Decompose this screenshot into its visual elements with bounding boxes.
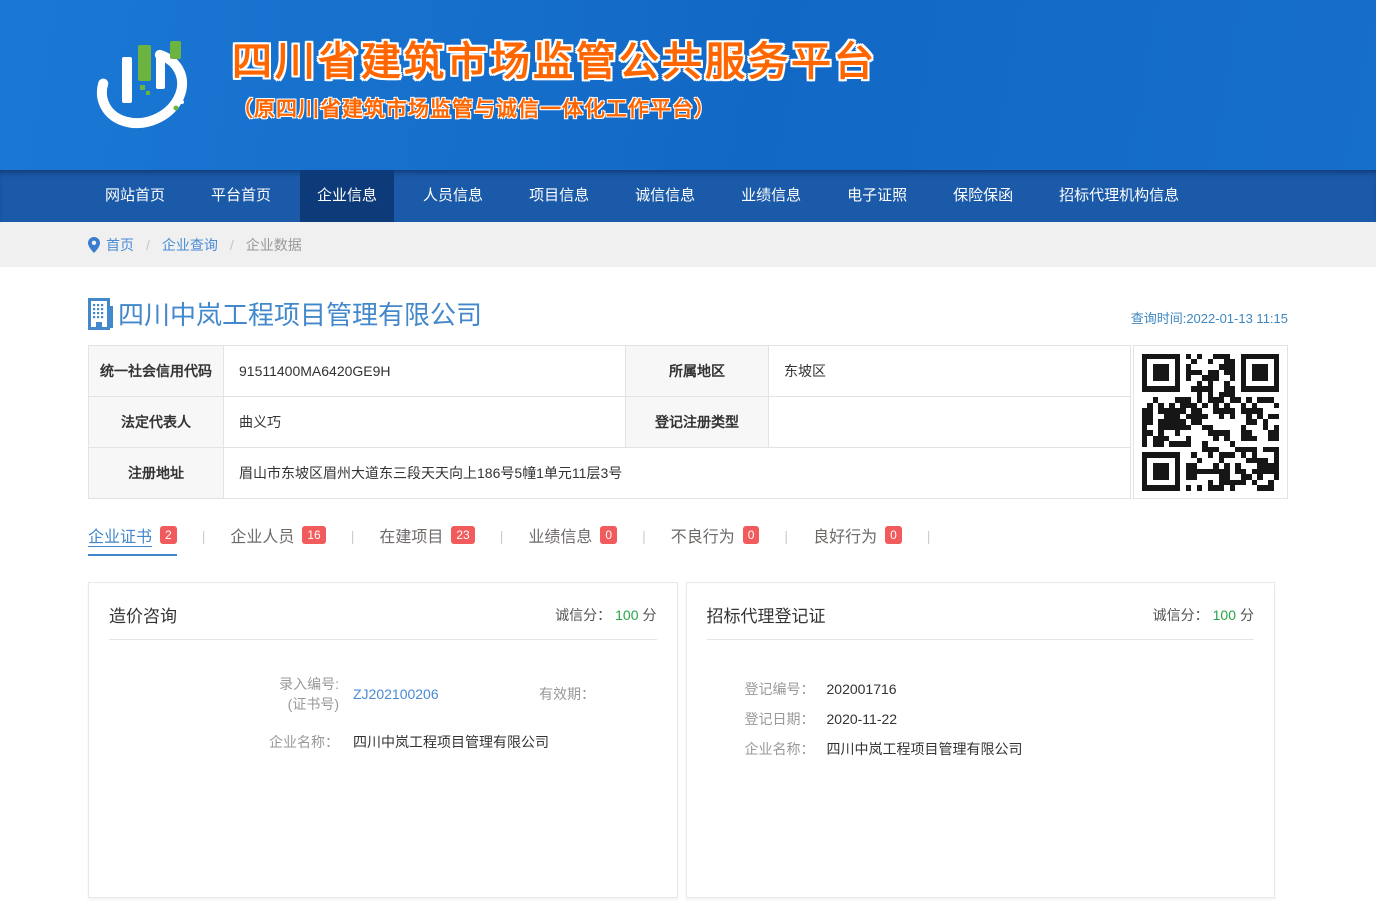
platform-logo[interactable] [88,33,200,137]
credit-score: 诚信分：100分 [1153,605,1254,625]
nav-item-insurance-guarantee[interactable]: 保险保函 [936,170,1030,222]
breadcrumb-enterprise-search-link[interactable]: 企业查询 [162,235,218,255]
company-name-heading: 四川中岚工程项目管理有限公司 [88,295,482,332]
table-label-cell: 登记注册类型 [626,397,769,448]
nav-item-personnel-info[interactable]: 人员信息 [406,170,500,222]
validity-field: 有效期： [539,684,601,704]
tab-separator: | [351,528,355,551]
tab-count-badge: 23 [451,526,474,544]
tab-projects-under-construction[interactable]: 在建项目 23 [379,523,474,556]
table-label-cell: 统一社会信用代码 [89,346,224,397]
table-value-cell: 曲义巧 [224,397,626,448]
query-time: 查询时间:2022-01-13 11:15 [1131,308,1288,332]
table-value-cell [769,397,1131,448]
main-content: 四川中岚工程项目管理有限公司 查询时间:2022-01-13 11:15 统一社… [88,295,1288,898]
nav-item-bidding-agency-info[interactable]: 招标代理机构信息 [1042,170,1196,222]
table-value-cell: 眉山市东坡区眉州大道东三段天天向上186号5幢1单元11层3号 [224,448,1131,499]
breadcrumb-separator: / [146,237,150,253]
company-name-label: 企业名称： [745,734,827,764]
nav-item-credit-info[interactable]: 诚信信息 [618,170,712,222]
table-label-cell: 法定代表人 [89,397,224,448]
tab-separator: | [784,528,788,551]
company-info-table: 统一社会信用代码 91511400MA6420GE9H 所属地区 东坡区 法定代… [88,345,1131,499]
tab-enterprise-certificates[interactable]: 企业证书 2 [88,523,177,556]
tab-good-behavior[interactable]: 良好行为 0 [813,523,902,556]
site-title: 四川省建筑市场监管公共服务平台 [232,29,877,87]
tab-count-badge: 0 [743,526,760,544]
tab-count-badge: 0 [885,526,902,544]
company-name: 四川中岚工程项目管理有限公司 [118,295,482,332]
tab-performance-info[interactable]: 业绩信息 0 [528,523,617,556]
record-no-label: 录入编号: (证书号) [149,674,339,714]
location-pin-icon [88,237,100,253]
building-icon [88,298,114,330]
registration-date-value: 2020-11-22 [827,704,898,734]
nav-item-e-certificate[interactable]: 电子证照 [830,170,924,222]
breadcrumb-current-page: 企业数据 [246,235,302,255]
nav-item-performance-info[interactable]: 业绩信息 [724,170,818,222]
table-label-cell: 所属地区 [626,346,769,397]
tab-count-badge: 16 [302,526,325,544]
tab-count-badge: 0 [600,526,617,544]
nav-item-platform-home[interactable]: 平台首页 [194,170,288,222]
card-title: 招标代理登记证 [707,602,826,627]
site-subtitle: （原四川省建筑市场监管与诚信一体化工作平台） [232,93,877,123]
credit-score: 诚信分：100分 [555,605,656,625]
breadcrumb-home-link[interactable]: 首页 [106,235,134,255]
nav-item-enterprise-info[interactable]: 企业信息 [300,170,394,222]
company-name-label: 企业名称： [149,732,339,752]
table-value-cell: 东坡区 [769,346,1131,397]
table-label-cell: 注册地址 [89,448,224,499]
breadcrumb: 首页 / 企业查询 / 企业数据 [0,222,1376,267]
record-no-link[interactable]: ZJ202100206 [353,686,503,702]
company-name-value: 四川中岚工程项目管理有限公司 [353,732,549,752]
cost-consulting-card: 造价咨询 诚信分：100分 录入编号: (证书号) ZJ202100206 有效… [88,582,678,898]
tab-separator: | [642,528,646,551]
tab-count-badge: 2 [160,526,177,544]
breadcrumb-separator: / [230,237,234,253]
card-title: 造价咨询 [109,602,177,627]
company-name-value: 四川中岚工程项目管理有限公司 [827,734,1023,764]
table-value-cell: 91511400MA6420GE9H [224,346,626,397]
nav-item-website-home[interactable]: 网站首页 [88,170,182,222]
registration-no-link[interactable]: 202001716 [827,674,897,704]
qr-code-box [1133,345,1288,499]
site-header: 四川省建筑市场监管公共服务平台 （原四川省建筑市场监管与诚信一体化工作平台） [0,0,1376,170]
tab-enterprise-personnel[interactable]: 企业人员 16 [230,523,325,556]
qr-code [1142,354,1279,491]
tab-bar: 企业证书 2 | 企业人员 16 | 在建项目 23 | 业绩信息 0 | 不良… [88,523,1288,556]
tab-bad-behavior[interactable]: 不良行为 0 [671,523,760,556]
tab-separator: | [500,528,504,551]
nav-item-project-info[interactable]: 项目信息 [512,170,606,222]
registration-no-label: 登记编号： [745,674,827,704]
registration-date-label: 登记日期： [745,704,827,734]
platform-logo-icon [88,33,200,137]
bidding-agency-registration-card: 招标代理登记证 诚信分：100分 登记编号： 202001716 登记日期： 2… [686,582,1276,898]
tab-separator: | [927,528,931,551]
tab-separator: | [202,528,206,551]
main-nav: 网站首页 平台首页 企业信息 人员信息 项目信息 诚信信息 业绩信息 电子证照 … [0,170,1376,222]
